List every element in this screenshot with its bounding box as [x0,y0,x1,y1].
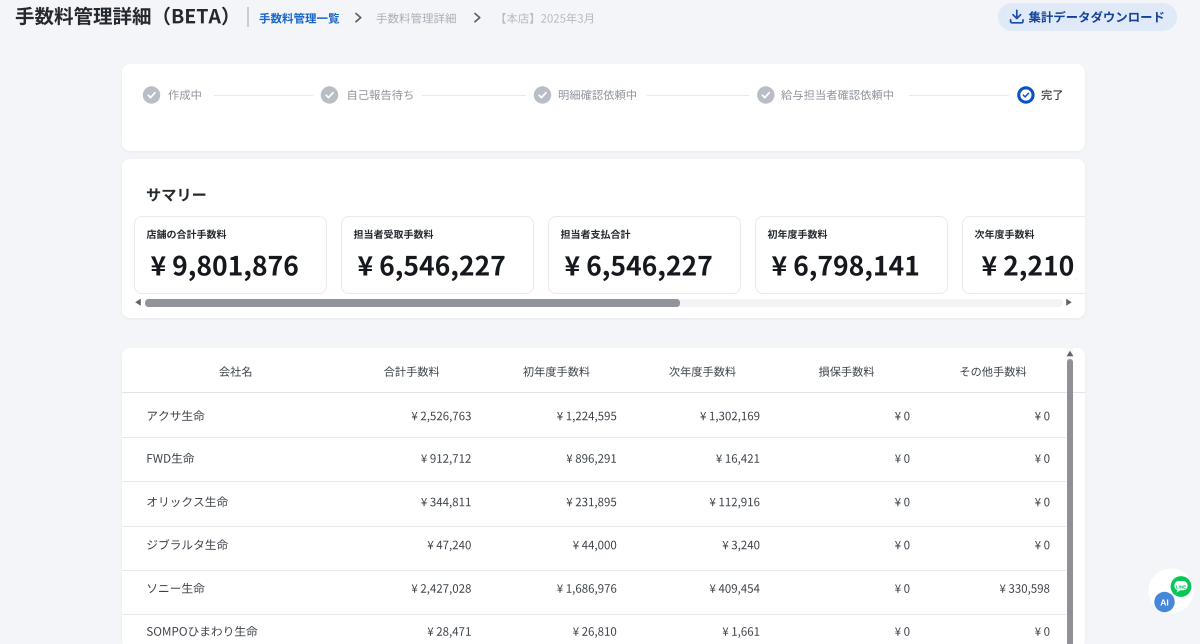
svg-text:LINE: LINE [1176,585,1186,590]
svg-text:AI: AI [1160,598,1169,608]
